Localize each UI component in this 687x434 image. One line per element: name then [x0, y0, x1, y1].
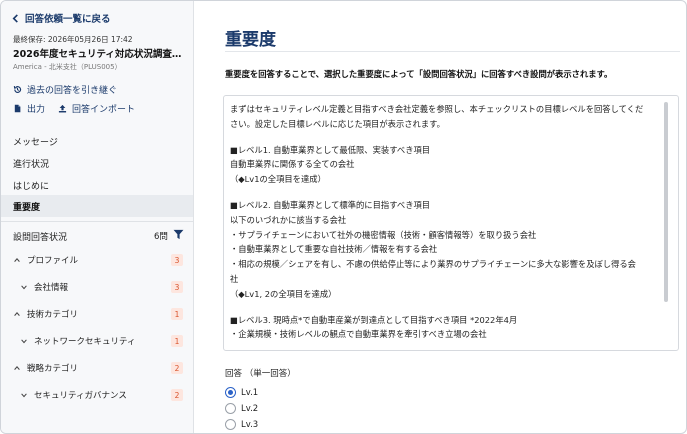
title-divider — [225, 51, 680, 52]
import-answers-button[interactable]: 回答インポート — [58, 102, 135, 115]
desc-line: ■レベル2. 自動車業界として標準的に目指すべき項目 — [230, 199, 431, 210]
back-to-list-link[interactable]: 回答依頼一覧に戻る — [11, 11, 111, 25]
desc-line: 自動車業界に関係する全ての会社 — [230, 159, 355, 170]
question-count: 6問 — [154, 232, 168, 242]
unanswered-badge: 2 — [171, 362, 183, 374]
lead-text: 重要度を回答することで、選択した重要度によって「設問回答状況」に回答すべき設問が… — [225, 69, 613, 79]
desc-line: ・自動車業界として重要な自社技術／情報を有する会社 — [230, 244, 438, 255]
desc-line: ■レベル3. 現時点*で自動車産業が到達点として目指すべき項目 *2022年4月 — [230, 314, 518, 325]
tree-item-label: 技術カテゴリ — [27, 310, 79, 320]
answer-label: 回答 （単一回答） — [225, 369, 296, 379]
desc-line: ・企業規模・技術レベルの観点で自動車業界を牽引すべき立場の会社 — [230, 329, 487, 340]
desc-line: （◆Lv1の全項目を達成） — [230, 174, 326, 185]
inherit-past-answers-button[interactable]: 過去の回答を引き継ぐ — [13, 83, 117, 96]
chevron-down-icon — [21, 285, 27, 290]
page-title: 重要度 — [225, 30, 276, 50]
radio-option-lv3[interactable]: Lv.3 — [225, 419, 258, 430]
company-name: America - 北米支社（PLUS005） — [13, 63, 122, 71]
desc-line: 社 — [230, 273, 239, 284]
unanswered-badge: 3 — [171, 281, 183, 293]
radio-button-checked[interactable] — [225, 387, 236, 398]
description-box[interactable]: まずはセキュリティレベル定義と目指すべき会社定義を参照し、本チェックリストの目標… — [223, 95, 679, 351]
desc-line: ■レベル1. 自動車業界として最低限、実装すべき項目 — [230, 144, 431, 155]
description-text: まずはセキュリティレベル定義と目指すべき会社定義を参照し、本チェックリストの目標… — [230, 102, 662, 342]
chevron-down-icon — [21, 393, 27, 398]
tree-item-tech-category[interactable]: 技術カテゴリ 1 — [1, 305, 193, 323]
last-saved-text: 最終保存: 2026年05月26日 17:42 — [13, 35, 133, 44]
history-icon — [13, 86, 22, 93]
radio-option-label: Lv.2 — [241, 403, 259, 414]
unanswered-badge: 2 — [171, 389, 183, 401]
chevron-up-icon — [14, 258, 20, 262]
chevron-left-icon — [12, 13, 18, 23]
chevron-down-icon — [21, 339, 27, 344]
desc-line: ・相応の規模／シェアを有し、不慮の供給停止等により業界のサプライチェーンに多大な… — [230, 259, 636, 270]
back-to-list-label: 回答依頼一覧に戻る — [25, 14, 111, 25]
nav-item-importance[interactable]: 重要度 — [1, 195, 193, 217]
unanswered-badge: 1 — [171, 335, 183, 347]
main-content: 重要度 重要度を回答することで、選択した重要度によって「設問回答状況」に回答すべ… — [195, 1, 686, 433]
app-window: 回答依頼一覧に戻る 最終保存: 2026年05月26日 17:42 2026年度… — [0, 0, 687, 434]
tree-item-label: ネットワークセキュリティ — [34, 337, 136, 347]
tree-item-security-governance[interactable]: セキュリティガバナンス 2 — [1, 386, 193, 404]
nav-item-intro[interactable]: はじめに — [13, 179, 49, 192]
nav-item-progress[interactable]: 進行状況 — [13, 157, 49, 170]
tree-item-label: プロファイル — [27, 256, 79, 266]
radio-button[interactable] — [225, 419, 236, 430]
tree-item-label: 会社情報 — [34, 283, 69, 293]
document-icon — [14, 104, 21, 113]
radio-option-lv1[interactable]: Lv.1 — [225, 387, 258, 398]
tree-item-strategy-category[interactable]: 戦略カテゴリ 2 — [1, 359, 193, 377]
question-status-title: 設問回答状況 — [13, 233, 68, 243]
description-scrollbar[interactable] — [664, 102, 668, 302]
export-button[interactable]: 出力 — [13, 102, 45, 115]
radio-button[interactable] — [225, 403, 236, 414]
tree-item-label: 戦略カテゴリ — [27, 364, 79, 374]
unanswered-badge: 3 — [171, 254, 183, 266]
desc-line: ・サプライチェーンにおいて社外の機密情報（技術・顧客情報等）を取り扱う会社 — [230, 229, 537, 240]
upload-icon — [58, 104, 67, 113]
filter-icon[interactable] — [173, 229, 184, 240]
sidebar-divider — [1, 221, 193, 222]
radio-option-label: Lv.3 — [241, 419, 259, 430]
tree-item-company-info[interactable]: 会社情報 3 — [1, 278, 193, 296]
chevron-up-icon — [14, 312, 20, 316]
nav-item-importance-label: 重要度 — [13, 203, 41, 213]
tree-item-profile[interactable]: プロファイル 3 — [1, 251, 193, 269]
desc-line: まずはセキュリティレベル定義と目指すべき会社定義を参照し、本チェックリストの目標… — [230, 104, 644, 114]
desc-line: さい。設定した目標レベルに応じた項目が表示されます。 — [230, 118, 445, 129]
inherit-past-answers-label: 過去の回答を引き継ぐ — [27, 86, 118, 96]
chevron-up-icon — [14, 366, 20, 370]
radio-option-label: Lv.1 — [241, 387, 259, 398]
desc-line: 以下のいづれかに該当する会社 — [230, 214, 347, 225]
radio-option-lv2[interactable]: Lv.2 — [225, 403, 258, 414]
survey-title: 2026年度セキュリティ対応状況調査の… — [13, 49, 187, 60]
unanswered-badge: 1 — [171, 308, 183, 320]
nav-item-message[interactable]: メッセージ — [13, 135, 58, 148]
tree-item-network-security[interactable]: ネットワークセキュリティ 1 — [1, 332, 193, 350]
desc-line: （◆Lv1, 2の全項目を達成） — [230, 288, 337, 299]
export-label: 出力 — [27, 105, 46, 115]
tree-item-label: セキュリティガバナンス — [34, 391, 127, 401]
import-answers-label: 回答インポート — [72, 105, 136, 115]
sidebar: 回答依頼一覧に戻る 最終保存: 2026年05月26日 17:42 2026年度… — [1, 1, 194, 433]
